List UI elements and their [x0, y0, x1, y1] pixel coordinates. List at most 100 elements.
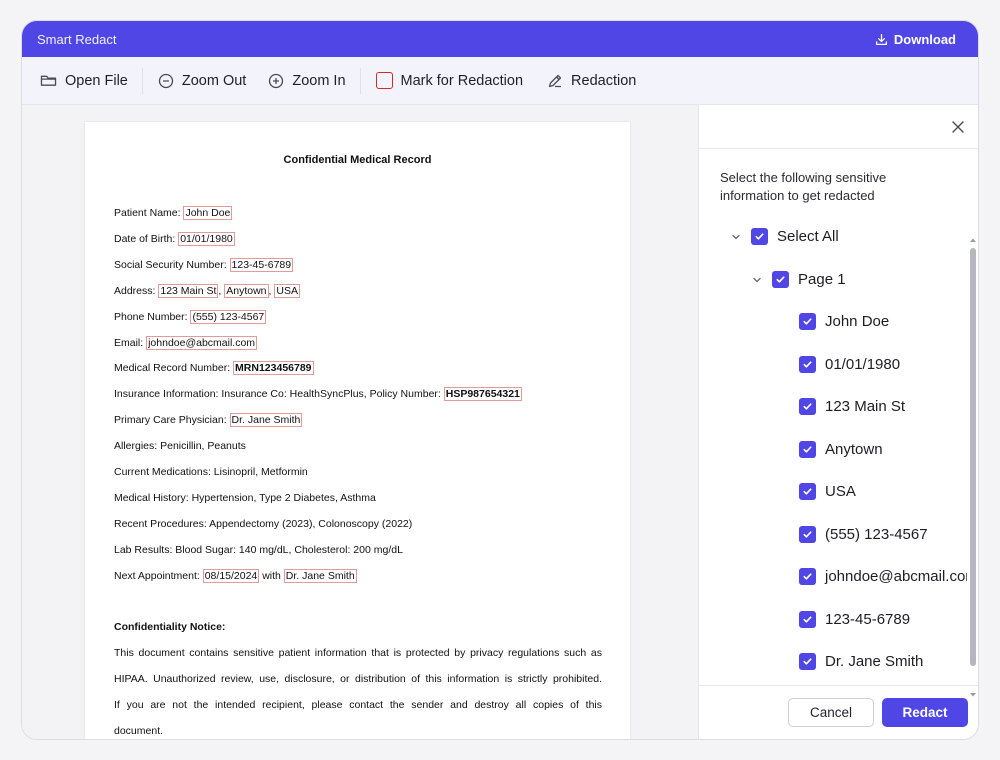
- select-all-row[interactable]: Select All: [730, 228, 839, 245]
- toolbar-separator: [141, 67, 143, 94]
- sensitive-item-row[interactable]: 123-45-6789: [799, 610, 910, 628]
- item-checkbox[interactable]: [799, 483, 816, 500]
- notice-text-line: This document contains sensitive patient…: [114, 647, 602, 659]
- page-label: Page 1: [798, 271, 846, 288]
- document-line: Medical History: Hypertension, Type 2 Di…: [114, 491, 376, 505]
- panel-divider: [699, 148, 978, 149]
- item-label: USA: [825, 483, 856, 500]
- sensitive-item-row[interactable]: (555) 123-4567: [799, 525, 928, 543]
- redaction-mark[interactable]: HSP987654321: [443, 387, 522, 402]
- sensitive-info-tree[interactable]: Select All Page 1 John Doe 01/01/1980 123 …: [699, 223, 967, 685]
- item-checkbox[interactable]: [799, 440, 816, 458]
- item-label: 01/01/1980: [825, 355, 901, 373]
- redaction-mark[interactable]: MRN123456789: [233, 361, 314, 376]
- checkmark-icon: [803, 318, 812, 325]
- notice-text-line: HIPAA. Unauthorized review, use, disclos…: [114, 672, 602, 685]
- item-checkbox[interactable]: [799, 398, 816, 415]
- item-checkbox[interactable]: [799, 525, 816, 543]
- field-label: Insurance Information: Insurance Co: Hea…: [114, 388, 444, 401]
- redaction-mark[interactable]: John Doe: [183, 206, 233, 220]
- sensitive-item-row[interactable]: John Doe: [799, 313, 889, 330]
- sensitive-item-row[interactable]: 01/01/1980: [799, 355, 901, 373]
- panel-instructions: Select the following sensitive informati…: [720, 170, 887, 203]
- mark-for-redaction-label: Mark for Redaction: [400, 72, 524, 89]
- toolbar: Open File Zoom Out Zoom In Mark for Reda…: [22, 57, 978, 105]
- zoom-in-button[interactable]: Zoom In: [268, 57, 359, 105]
- redaction-mark[interactable]: (555) 123-4567: [190, 309, 267, 324]
- redaction-mark[interactable]: Anytown: [224, 283, 269, 298]
- notice-text-line: document.: [114, 724, 164, 737]
- item-label: johndoe@abcmail.com: [825, 568, 967, 585]
- document-line: Patient Name: John Doe: [114, 206, 233, 220]
- document-line: Next Appointment: 08/15/2024 with Dr. Ja…: [114, 568, 357, 583]
- redaction-mark[interactable]: johndoe@abcmail.com: [146, 335, 258, 350]
- item-checkbox[interactable]: [799, 568, 816, 585]
- sensitive-item-row[interactable]: Anytown: [799, 440, 883, 458]
- item-label: Anytown: [825, 440, 883, 458]
- zoom-out-button[interactable]: Zoom Out: [158, 57, 260, 105]
- checkmark-icon: [803, 360, 812, 368]
- redaction-mark[interactable]: 08/15/2024: [202, 568, 260, 583]
- sensitive-item-row[interactable]: USA: [799, 483, 856, 500]
- checkmark-icon: [776, 276, 785, 283]
- item-checkbox[interactable]: [799, 610, 816, 628]
- document-line: Primary Care Physician: Dr. Jane Smith: [114, 413, 303, 428]
- folder-icon: [40, 75, 57, 86]
- zoom-out-icon: [158, 73, 174, 88]
- document-line: Email: johndoe@abcmail.com: [114, 335, 258, 350]
- redaction-mark[interactable]: 01/01/1980: [178, 231, 235, 246]
- redaction-mark[interactable]: Dr. Jane Smith: [229, 413, 303, 428]
- checkmark-icon: [803, 573, 812, 580]
- page-checkbox[interactable]: [772, 271, 789, 288]
- document-title: Confidential Medical Record: [283, 154, 432, 166]
- scroll-up-icon[interactable]: [969, 236, 977, 244]
- sensitive-item-row[interactable]: johndoe@abcmail.com: [799, 568, 967, 585]
- field-label: Date of Birth:: [114, 232, 179, 245]
- item-checkbox[interactable]: [799, 313, 816, 330]
- item-label: Dr. Jane Smith: [825, 653, 924, 670]
- page-row[interactable]: Page 1: [751, 271, 846, 288]
- field-label: Recent Procedures: Appendectomy (2023), …: [114, 517, 413, 530]
- field-label: Patient Name:: [114, 207, 184, 219]
- redaction-label: Redaction: [571, 72, 637, 89]
- redaction-mark[interactable]: Dr. Jane Smith: [283, 568, 357, 583]
- item-checkbox[interactable]: [799, 653, 816, 670]
- redaction-mark[interactable]: 123 Main St: [158, 283, 219, 298]
- close-icon[interactable]: [950, 119, 966, 135]
- field-label: Medical History: Hypertension, Type 2 Di…: [114, 491, 376, 504]
- redact-button[interactable]: Redact: [882, 698, 968, 727]
- scroll-thumb[interactable]: [970, 248, 976, 666]
- document-page: Confidential Medical Record Patient Name…: [85, 122, 630, 739]
- download-icon: [875, 33, 887, 45]
- redaction-button[interactable]: Redaction: [547, 57, 650, 105]
- chevron-down-icon[interactable]: [730, 231, 742, 243]
- field-label: Email:: [114, 336, 147, 349]
- mark-for-redaction-button[interactable]: Mark for Redaction: [375, 57, 538, 105]
- pencil-icon: [548, 74, 562, 87]
- zoom-in-label: Zoom In: [292, 72, 346, 89]
- download-button[interactable]: Download: [875, 32, 956, 47]
- open-file-button[interactable]: Open File: [40, 57, 142, 105]
- document-viewer[interactable]: Confidential Medical Record Patient Name…: [22, 105, 698, 739]
- cancel-button[interactable]: Cancel: [788, 698, 874, 727]
- checkmark-icon: [803, 658, 812, 665]
- toolbar-separator: [359, 67, 361, 94]
- chevron-down-icon[interactable]: [751, 274, 763, 286]
- app-title: Smart Redact: [37, 31, 117, 47]
- checkmark-icon: [803, 403, 812, 410]
- sensitive-item-row[interactable]: 123 Main St: [799, 398, 905, 415]
- redaction-panel: Select the following sensitive informati…: [698, 105, 978, 739]
- document-line: Insurance Information: Insurance Co: Hea…: [114, 387, 522, 402]
- open-file-label: Open File: [65, 72, 128, 89]
- select-all-checkbox[interactable]: [751, 228, 768, 245]
- sensitive-item-row[interactable]: Dr. Jane Smith: [799, 653, 923, 670]
- document-line: Date of Birth: 01/01/1980: [114, 231, 235, 246]
- panel-scrollbar[interactable]: [969, 236, 977, 699]
- document-line: Lab Results: Blood Sugar: 140 mg/dL, Cho…: [114, 543, 403, 557]
- zoom-in-icon: [269, 73, 284, 88]
- item-checkbox[interactable]: [799, 355, 816, 373]
- redaction-mark[interactable]: 123-45-6789: [229, 257, 294, 272]
- document-line: Recent Procedures: Appendectomy (2023), …: [114, 517, 412, 531]
- select-all-label: Select All: [777, 228, 839, 245]
- redaction-mark[interactable]: USA: [274, 283, 300, 298]
